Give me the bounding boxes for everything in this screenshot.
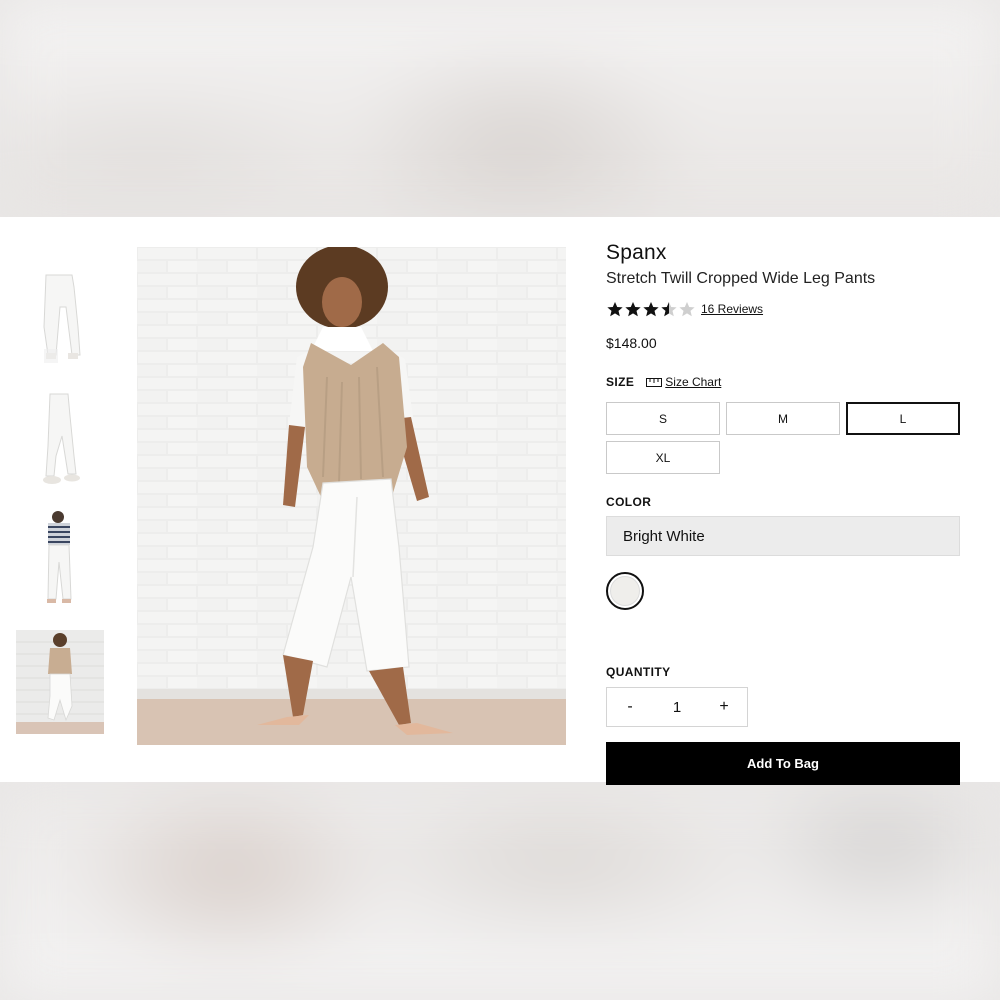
model-sweater-vest-thumbnail-image bbox=[16, 630, 104, 734]
blurred-backdrop-top bbox=[0, 0, 1000, 217]
size-chart-link[interactable]: Size Chart bbox=[646, 375, 721, 389]
size-chart-label: Size Chart bbox=[665, 375, 722, 389]
product-title: Stretch Twill Cropped Wide Leg Pants bbox=[606, 270, 876, 287]
product-price: $148.00 bbox=[606, 335, 657, 351]
star-icon bbox=[643, 302, 659, 317]
reviews-link[interactable]: 16 Reviews bbox=[701, 302, 763, 316]
star-icon bbox=[661, 302, 677, 317]
star-icon bbox=[607, 302, 623, 317]
quantity-increment-button[interactable]: + bbox=[715, 698, 733, 716]
color-label: COLOR bbox=[606, 495, 652, 509]
star-icon bbox=[679, 302, 695, 317]
size-option-m[interactable]: M bbox=[726, 402, 840, 435]
model-wearing-pants-image bbox=[137, 247, 566, 745]
star-rating bbox=[606, 301, 696, 317]
brand-name: Spanx bbox=[606, 241, 667, 264]
add-to-bag-label: Add To Bag bbox=[747, 756, 819, 771]
quantity-value[interactable]: 1 bbox=[673, 699, 681, 716]
size-option-s[interactable]: S bbox=[606, 402, 720, 435]
thumbnail-2[interactable] bbox=[16, 386, 104, 490]
size-option-l[interactable]: L bbox=[846, 402, 960, 435]
color-name-text: Bright White bbox=[623, 527, 705, 545]
main-product-image[interactable] bbox=[137, 247, 566, 745]
size-option-xl[interactable]: XL bbox=[606, 441, 720, 474]
star-icon bbox=[625, 302, 641, 317]
rating-row: 16 Reviews bbox=[606, 301, 960, 317]
product-page: Spanx Stretch Twill Cropped Wide Leg Pan… bbox=[0, 217, 1000, 785]
selected-color-name: Bright White bbox=[606, 516, 960, 556]
thumbnail-1[interactable] bbox=[16, 267, 104, 371]
model-striped-top-image bbox=[16, 507, 104, 611]
blurred-backdrop-bottom bbox=[0, 782, 1000, 1000]
quantity-decrement-button[interactable]: - bbox=[621, 698, 639, 716]
quantity-stepper: - 1 + bbox=[606, 687, 748, 727]
color-swatch-bright-white[interactable] bbox=[606, 572, 644, 610]
thumbnail-4-active[interactable] bbox=[16, 630, 104, 734]
product-details: Spanx Stretch Twill Cropped Wide Leg Pan… bbox=[606, 239, 960, 785]
pants-side-view-image bbox=[16, 386, 104, 490]
size-options: S M L XL bbox=[606, 402, 960, 474]
thumbnail-3[interactable] bbox=[16, 507, 104, 611]
add-to-bag-button[interactable]: Add To Bag bbox=[606, 742, 960, 785]
size-label: SIZE bbox=[606, 375, 635, 389]
quantity-label: QUANTITY bbox=[606, 665, 671, 679]
size-header: SIZE Size Chart bbox=[606, 375, 960, 389]
ruler-icon bbox=[646, 377, 663, 387]
swatch-fill bbox=[610, 576, 640, 606]
pants-back-view-image bbox=[16, 267, 104, 371]
